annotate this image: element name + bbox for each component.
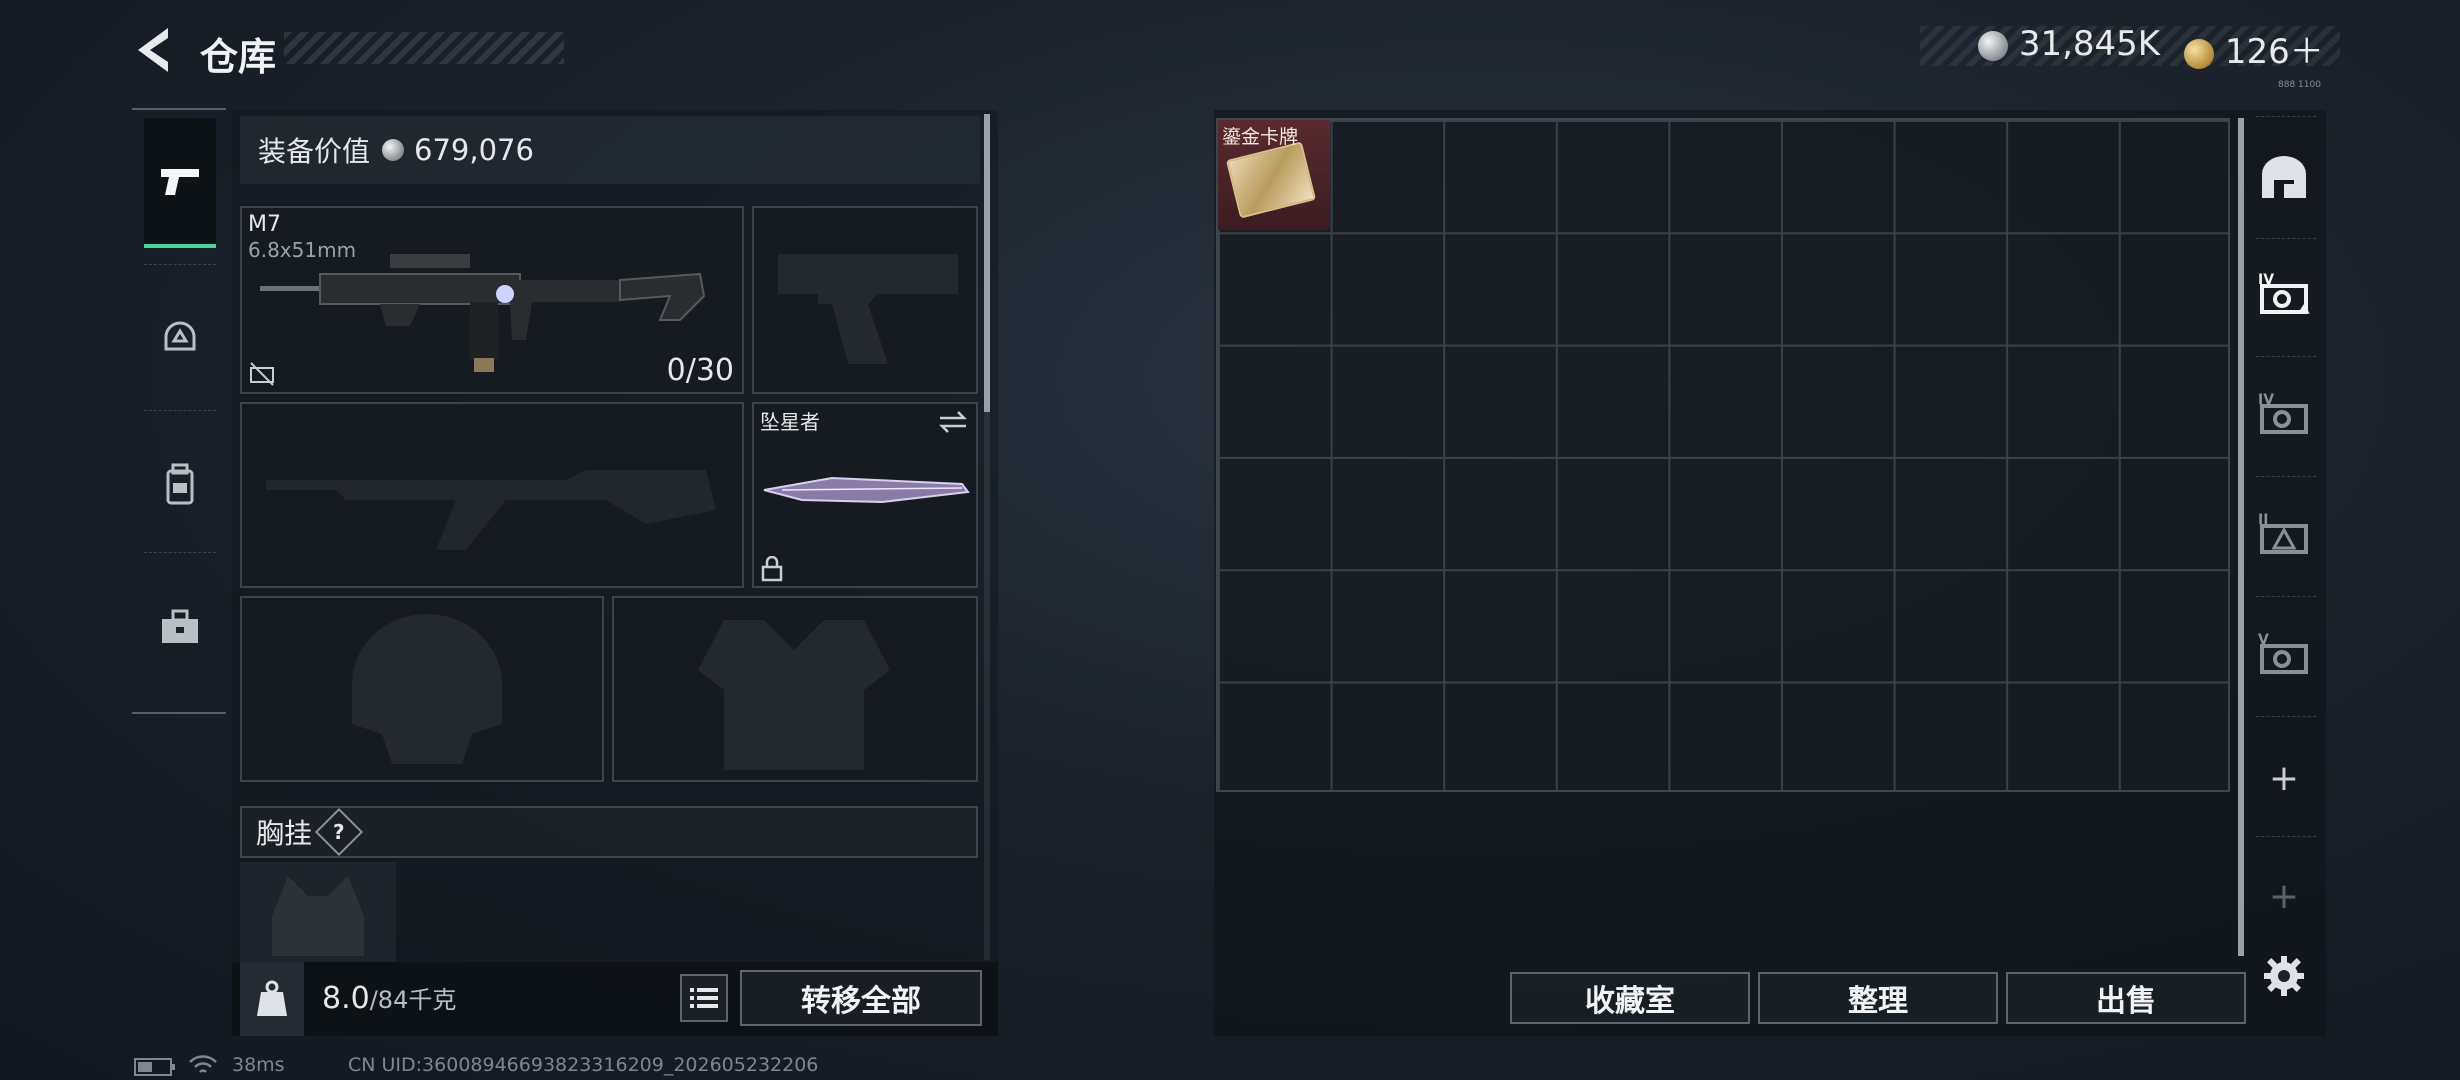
rig-silhouette-icon — [272, 876, 364, 956]
rifle-icon — [260, 254, 706, 372]
nav-divider — [144, 410, 216, 411]
nav-toolbox[interactable] — [144, 562, 216, 692]
weight-readout: 8.0/84千克 — [322, 980, 456, 1016]
ping-readout: 38ms — [232, 1054, 285, 1076]
secondary-primary-slot[interactable] — [240, 402, 744, 588]
collection-button[interactable]: 收藏室 — [1510, 972, 1750, 1024]
tab-divider — [2256, 238, 2316, 239]
uid-readout: CN UID:36008946693823316209_202605232206 — [348, 1054, 819, 1076]
nav-gear[interactable] — [144, 274, 216, 404]
chest-rig-header: 胸挂 ? — [240, 806, 978, 858]
pistol-silhouette-icon — [778, 254, 958, 364]
armor-silhouette-icon — [698, 620, 890, 770]
silver-currency: 31,845K — [1978, 24, 2160, 64]
stash-main-icon — [2262, 156, 2306, 198]
nav-weapons[interactable] — [144, 118, 216, 248]
stash-tab-ii-icon: II — [2258, 512, 2308, 554]
silver-coin-icon — [382, 139, 405, 161]
page-title: 仓库 — [200, 35, 277, 79]
nav-backpack[interactable] — [144, 420, 216, 550]
silver-amount: 31,845K — [2018, 24, 2161, 64]
equipment-value-bar: 装备价值 679,076 — [240, 116, 980, 184]
tab-divider — [2256, 836, 2316, 837]
help-icon[interactable]: ? — [314, 807, 364, 857]
no-attachment-icon — [250, 362, 274, 386]
ammo-count: 0/30 — [666, 353, 734, 388]
stash-item-label: 鎏金卡牌 — [1222, 126, 1299, 148]
organize-button[interactable]: 整理 — [1758, 972, 1998, 1024]
backpack-icon — [166, 463, 194, 505]
weight-capacity: /84千克 — [369, 986, 457, 1014]
rifle-silhouette-icon — [266, 470, 716, 550]
list-icon — [690, 988, 718, 1008]
tab-divider — [2256, 596, 2316, 597]
back-arrow-icon — [138, 28, 168, 72]
toolbox-icon — [162, 609, 198, 643]
add-stash-tab-button[interactable]: + — [2254, 748, 2314, 808]
loadout-scrollbar[interactable] — [984, 114, 990, 412]
version-tag: 888 1100 — [2278, 80, 2321, 90]
secondary-weapon-slot[interactable] — [752, 206, 978, 394]
equipment-value-label: 装备价值 — [258, 135, 371, 168]
tab-divider — [2256, 356, 2316, 357]
stash-grid[interactable] — [1216, 118, 2230, 792]
tab-divider — [2256, 476, 2316, 477]
settings-button[interactable] — [2254, 946, 2314, 1006]
helmet-silhouette-icon — [352, 614, 502, 764]
equipment-value-amount: 679,076 — [414, 133, 534, 167]
add-icon: + — [2268, 875, 2300, 917]
nav-divider — [144, 552, 216, 553]
gold-currency[interactable]: 126＋ — [2184, 24, 2324, 73]
tab-stash-main[interactable] — [2254, 148, 2314, 208]
gear-icon — [2264, 956, 2304, 996]
wifi-icon — [189, 1055, 217, 1073]
silver-coin-icon — [1978, 30, 2008, 61]
add-icon: + — [2268, 757, 2300, 799]
stash-tab-iv-icon: IV — [2258, 272, 2310, 314]
back-button[interactable] — [130, 22, 180, 78]
gold-coin-icon — [2184, 38, 2214, 69]
list-view-button[interactable] — [680, 974, 728, 1022]
helmet-slot[interactable] — [240, 596, 604, 782]
stash-tab-iv-icon: IV — [2258, 392, 2308, 434]
tab-stash-4b[interactable]: IV — [2254, 384, 2314, 444]
tab-stash-5[interactable]: V — [2254, 624, 2314, 684]
chest-rig-slot[interactable] — [240, 862, 396, 962]
helmet-icon — [164, 321, 196, 351]
tab-stash-2[interactable]: II — [2254, 504, 2314, 564]
swap-icon[interactable] — [938, 410, 968, 434]
sell-button[interactable]: 出售 — [2006, 972, 2246, 1024]
tab-divider — [2256, 716, 2316, 717]
knife-icon — [763, 476, 970, 504]
add-stash-tab-disabled: + — [2254, 866, 2314, 926]
primary-weapon-slot[interactable]: M7 6.8x51mm 0/30 — [240, 206, 744, 394]
weight-value: 8.0 — [322, 981, 370, 1016]
nav-divider — [144, 264, 216, 265]
armor-slot[interactable] — [612, 596, 978, 782]
melee-name: 坠星者 — [760, 410, 820, 434]
battery-icon — [134, 1058, 175, 1076]
weight-icon — [240, 962, 304, 1036]
tab-stash-4[interactable]: IV — [2254, 264, 2314, 324]
lock-icon — [761, 556, 783, 582]
pistol-icon — [161, 169, 199, 195]
chest-rig-label: 胸挂 — [256, 817, 313, 850]
tab-divider — [2256, 116, 2316, 117]
gold-amount: 126＋ — [2224, 32, 2324, 72]
melee-slot[interactable]: 坠星者 — [752, 402, 978, 588]
stash-tab-v-icon: V — [2258, 632, 2308, 674]
transfer-all-button[interactable]: 转移全部 — [740, 970, 982, 1026]
title-stripe — [284, 32, 564, 64]
